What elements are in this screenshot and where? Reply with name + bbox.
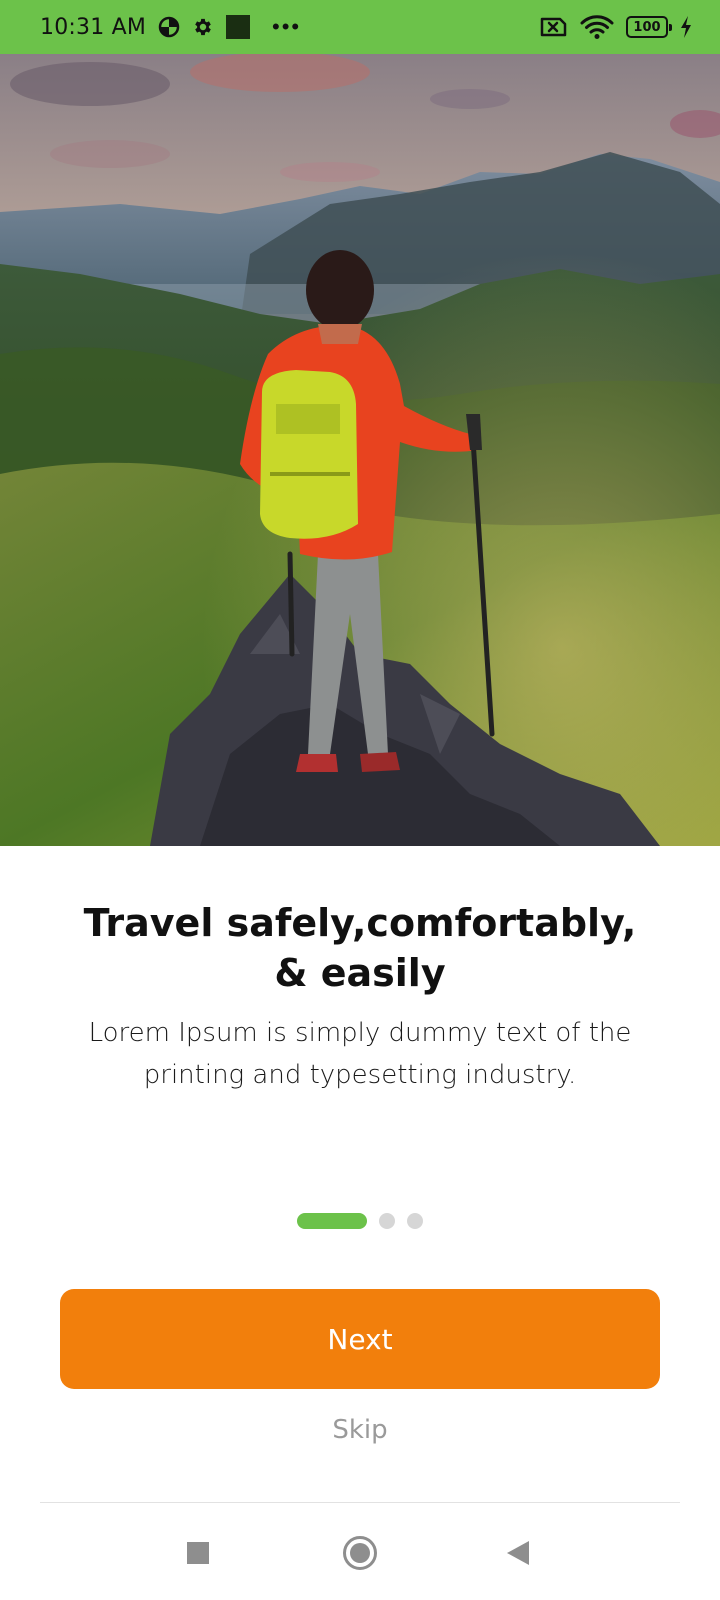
nav-divider (40, 1502, 680, 1503)
back-triangle-icon (507, 1541, 529, 1565)
status-right: 100 (538, 14, 692, 40)
recents-button[interactable] (168, 1523, 228, 1583)
page-indicator (0, 1213, 720, 1229)
home-button[interactable] (330, 1523, 390, 1583)
skip-button[interactable]: Skip (0, 1415, 720, 1445)
no-sim-icon (538, 15, 568, 39)
subtitle-line-2: printing and typesetting industry. (143, 1060, 577, 1090)
next-button[interactable]: Next (60, 1289, 660, 1389)
battery-icon: 100 (626, 16, 672, 38)
wifi-icon (580, 14, 614, 40)
title-line-1: Travel safely,comfortably, (83, 901, 637, 945)
data-saver-icon (158, 16, 180, 38)
hero-image (0, 54, 720, 846)
subtitle-line-1: Lorem Ipsum is simply dummy text of the (88, 1018, 632, 1048)
home-circle-icon (343, 1536, 377, 1570)
settings-gear-icon (192, 16, 214, 38)
page-dot-3 (407, 1213, 423, 1229)
back-button[interactable] (488, 1523, 548, 1583)
notification-square-icon (226, 15, 251, 39)
page-subtitle: Lorem Ipsum is simply dummy text of the … (60, 1012, 660, 1096)
battery-level: 100 (633, 19, 661, 35)
system-nav-bar (0, 1505, 720, 1600)
more-dots-icon: ••• (272, 14, 302, 39)
title-line-2: & easily (274, 951, 446, 995)
charging-bolt-icon (680, 16, 692, 38)
page-dot-1-active (297, 1213, 367, 1229)
status-bar: 10:31 AM ••• 100 (0, 0, 720, 54)
page-title: Travel safely,comfortably, & easily (0, 898, 720, 998)
status-left: 10:31 AM ••• (40, 15, 301, 40)
page-dot-2 (379, 1213, 395, 1229)
status-time: 10:31 AM (40, 14, 147, 40)
recents-square-icon (187, 1542, 209, 1564)
hiker-on-mountain-photo (0, 54, 720, 846)
